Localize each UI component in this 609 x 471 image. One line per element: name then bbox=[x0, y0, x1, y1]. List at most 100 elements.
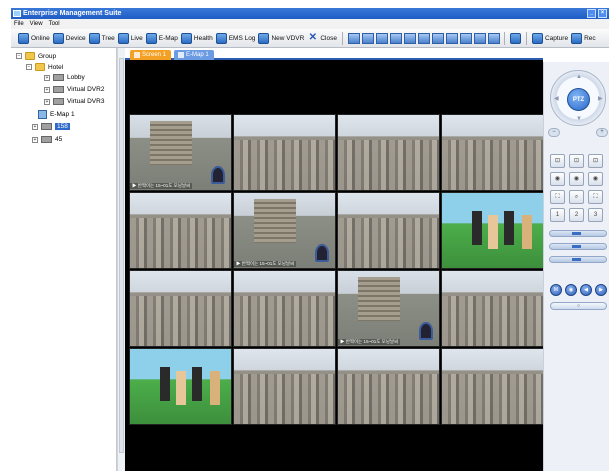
slider-knob[interactable] bbox=[572, 232, 581, 235]
ptz-bottom-button[interactable]: ○ bbox=[550, 302, 607, 310]
tree-node-45[interactable]: +45 bbox=[32, 136, 62, 143]
ptz-function-button[interactable]: ⛶ bbox=[588, 190, 603, 204]
camera-grid: ▶ 반짝이는 15~01도 모닝날씨 ▶ 반짝이는 15~01도 모닝날씨 ▶ 반짝… bbox=[129, 114, 544, 425]
camera-tile[interactable]: ▶ 반짝이는 15~01도 모닝날씨 bbox=[337, 270, 440, 347]
camera-tile[interactable]: ▶ 반짝이는 15~01도 모닝날씨 bbox=[233, 192, 336, 269]
ptz-down-arrow[interactable]: ▼ bbox=[576, 116, 582, 122]
camera-tile[interactable] bbox=[129, 192, 232, 269]
tab-screen-1[interactable]: Screen 1 bbox=[130, 50, 172, 60]
ptz-function-button[interactable]: ◉ bbox=[550, 172, 565, 186]
ptz-left-arrow[interactable]: ◀ bbox=[554, 95, 559, 102]
camera-tile[interactable] bbox=[441, 270, 544, 347]
camera-tile[interactable] bbox=[129, 270, 232, 347]
log-icon bbox=[215, 32, 227, 44]
tree-scrollbar[interactable] bbox=[117, 48, 125, 471]
layout-sequence-button[interactable] bbox=[487, 32, 500, 44]
capture-button[interactable]: Capture bbox=[531, 32, 568, 44]
ptz-function-button[interactable]: ◉ bbox=[569, 172, 584, 186]
camera-tile[interactable] bbox=[337, 192, 440, 269]
ptz-right-arrow[interactable]: ▶ bbox=[598, 95, 603, 102]
health-button[interactable]: Health bbox=[180, 32, 213, 44]
expand-icon[interactable]: + bbox=[44, 86, 50, 93]
layout-4x4-button[interactable] bbox=[417, 32, 430, 44]
ptz-function-button[interactable]: ⌕ bbox=[569, 190, 584, 204]
ptz-function-button[interactable]: ⊡ bbox=[550, 154, 565, 168]
camera-tile[interactable] bbox=[337, 114, 440, 191]
zoom-out-button[interactable]: − bbox=[548, 128, 560, 137]
tree-node-lobby[interactable]: + Lobby bbox=[44, 74, 85, 81]
collapse-icon[interactable]: − bbox=[16, 53, 22, 59]
camera-tile[interactable] bbox=[129, 348, 232, 425]
video-area: Screen 1 E-Map 1 ▶ 반짝이는 15~01도 모닝날씨 ▶ 반짝이… bbox=[125, 48, 544, 471]
ptz-function-button[interactable]: ⛶ bbox=[550, 190, 565, 204]
tree-node-virtual-dvr3[interactable]: + Virtual DVR3 bbox=[44, 98, 104, 105]
layout-1plus7-button[interactable] bbox=[403, 32, 416, 44]
layout-1x1-button[interactable] bbox=[347, 32, 360, 44]
layout-3x3-button[interactable] bbox=[389, 32, 402, 44]
tree-node-emap[interactable]: E-Map 1 bbox=[38, 110, 75, 119]
slider-knob[interactable] bbox=[572, 245, 581, 248]
camera-tile[interactable] bbox=[441, 192, 544, 269]
expand-icon[interactable]: + bbox=[44, 98, 50, 105]
menu-file[interactable]: File bbox=[14, 19, 24, 29]
expand-icon[interactable]: + bbox=[44, 74, 50, 81]
tree-node-virtual-dvr2[interactable]: + Virtual DVR2 bbox=[44, 86, 104, 93]
ptz-center-button[interactable]: PTZ bbox=[567, 88, 590, 111]
ptz-function-button[interactable]: 3 bbox=[588, 208, 603, 222]
preset-button[interactable]: ◀ bbox=[580, 284, 592, 296]
iris-slider[interactable] bbox=[549, 256, 607, 263]
preset-button[interactable]: ▶ bbox=[595, 284, 607, 296]
layout-6x6-button[interactable] bbox=[445, 32, 458, 44]
emap-button[interactable]: E-Map bbox=[145, 32, 178, 44]
tree-button[interactable]: Tree bbox=[88, 32, 115, 44]
toolbar-separator bbox=[341, 31, 343, 45]
settings-icon[interactable] bbox=[509, 32, 521, 44]
camera-tile[interactable]: ▶ 반짝이는 15~01도 모닝날씨 bbox=[129, 114, 232, 191]
close-button[interactable]: ✕ Close bbox=[307, 32, 337, 44]
camera-tile[interactable] bbox=[441, 348, 544, 425]
ptz-function-button[interactable]: ◉ bbox=[588, 172, 603, 186]
close-window-button[interactable]: × bbox=[598, 9, 607, 18]
speed-slider[interactable] bbox=[549, 230, 607, 237]
slider-knob[interactable] bbox=[572, 258, 581, 261]
expand-icon[interactable]: + bbox=[32, 136, 38, 143]
layout-1plus5-button[interactable] bbox=[375, 32, 388, 44]
layout-2x2-button[interactable] bbox=[361, 32, 374, 44]
layout-full-button[interactable] bbox=[473, 32, 486, 44]
tile-caption: ▶ 반짝이는 15~01도 모닝날씨 bbox=[130, 183, 193, 189]
preset-button[interactable]: M bbox=[550, 284, 562, 296]
new-vdvr-button[interactable]: New VDVR bbox=[258, 32, 304, 44]
tab-emap-1[interactable]: E-Map 1 bbox=[174, 50, 214, 60]
zoom-in-button[interactable]: + bbox=[596, 128, 608, 137]
menu-view[interactable]: View bbox=[30, 19, 43, 29]
camera-tile[interactable] bbox=[233, 348, 336, 425]
ptz-function-button[interactable]: ⊡ bbox=[588, 154, 603, 168]
tree-node-group[interactable]: − Group bbox=[16, 52, 56, 60]
focus-slider[interactable] bbox=[549, 243, 607, 250]
toolbar: Online Device Tree Live E-Map Health EMS… bbox=[11, 29, 609, 48]
tree-node-158[interactable]: +158 bbox=[32, 123, 70, 130]
camera-tile[interactable] bbox=[337, 348, 440, 425]
layout-custom-button[interactable] bbox=[459, 32, 472, 44]
tree-node-hotel[interactable]: − Hotel bbox=[26, 63, 63, 71]
minimize-button[interactable]: _ bbox=[587, 9, 596, 18]
collapse-icon[interactable]: − bbox=[26, 64, 32, 70]
device-button[interactable]: Device bbox=[52, 32, 86, 44]
ptz-function-button[interactable]: 2 bbox=[569, 208, 584, 222]
ems-log-button[interactable]: EMS Log bbox=[215, 32, 255, 44]
ptz-function-button[interactable]: ⊡ bbox=[569, 154, 584, 168]
scrollbar-thumb[interactable] bbox=[119, 58, 124, 453]
preset-button[interactable]: ◉ bbox=[565, 284, 577, 296]
online-button[interactable]: Online bbox=[18, 32, 50, 44]
layout-5x5-button[interactable] bbox=[431, 32, 444, 44]
camera-tile[interactable] bbox=[233, 270, 336, 347]
ptz-up-arrow[interactable]: ▲ bbox=[576, 74, 582, 80]
menu-tool[interactable]: Tool bbox=[49, 19, 60, 29]
live-button[interactable]: Live bbox=[117, 32, 143, 44]
ptz-function-button[interactable]: 1 bbox=[550, 208, 565, 222]
expand-icon[interactable]: + bbox=[32, 123, 38, 130]
ptz-direction-ring[interactable]: ▲ ▼ ◀ ▶ PTZ bbox=[550, 70, 606, 126]
rec-button[interactable]: Rec bbox=[571, 32, 596, 44]
camera-tile[interactable] bbox=[441, 114, 544, 191]
camera-tile[interactable] bbox=[233, 114, 336, 191]
